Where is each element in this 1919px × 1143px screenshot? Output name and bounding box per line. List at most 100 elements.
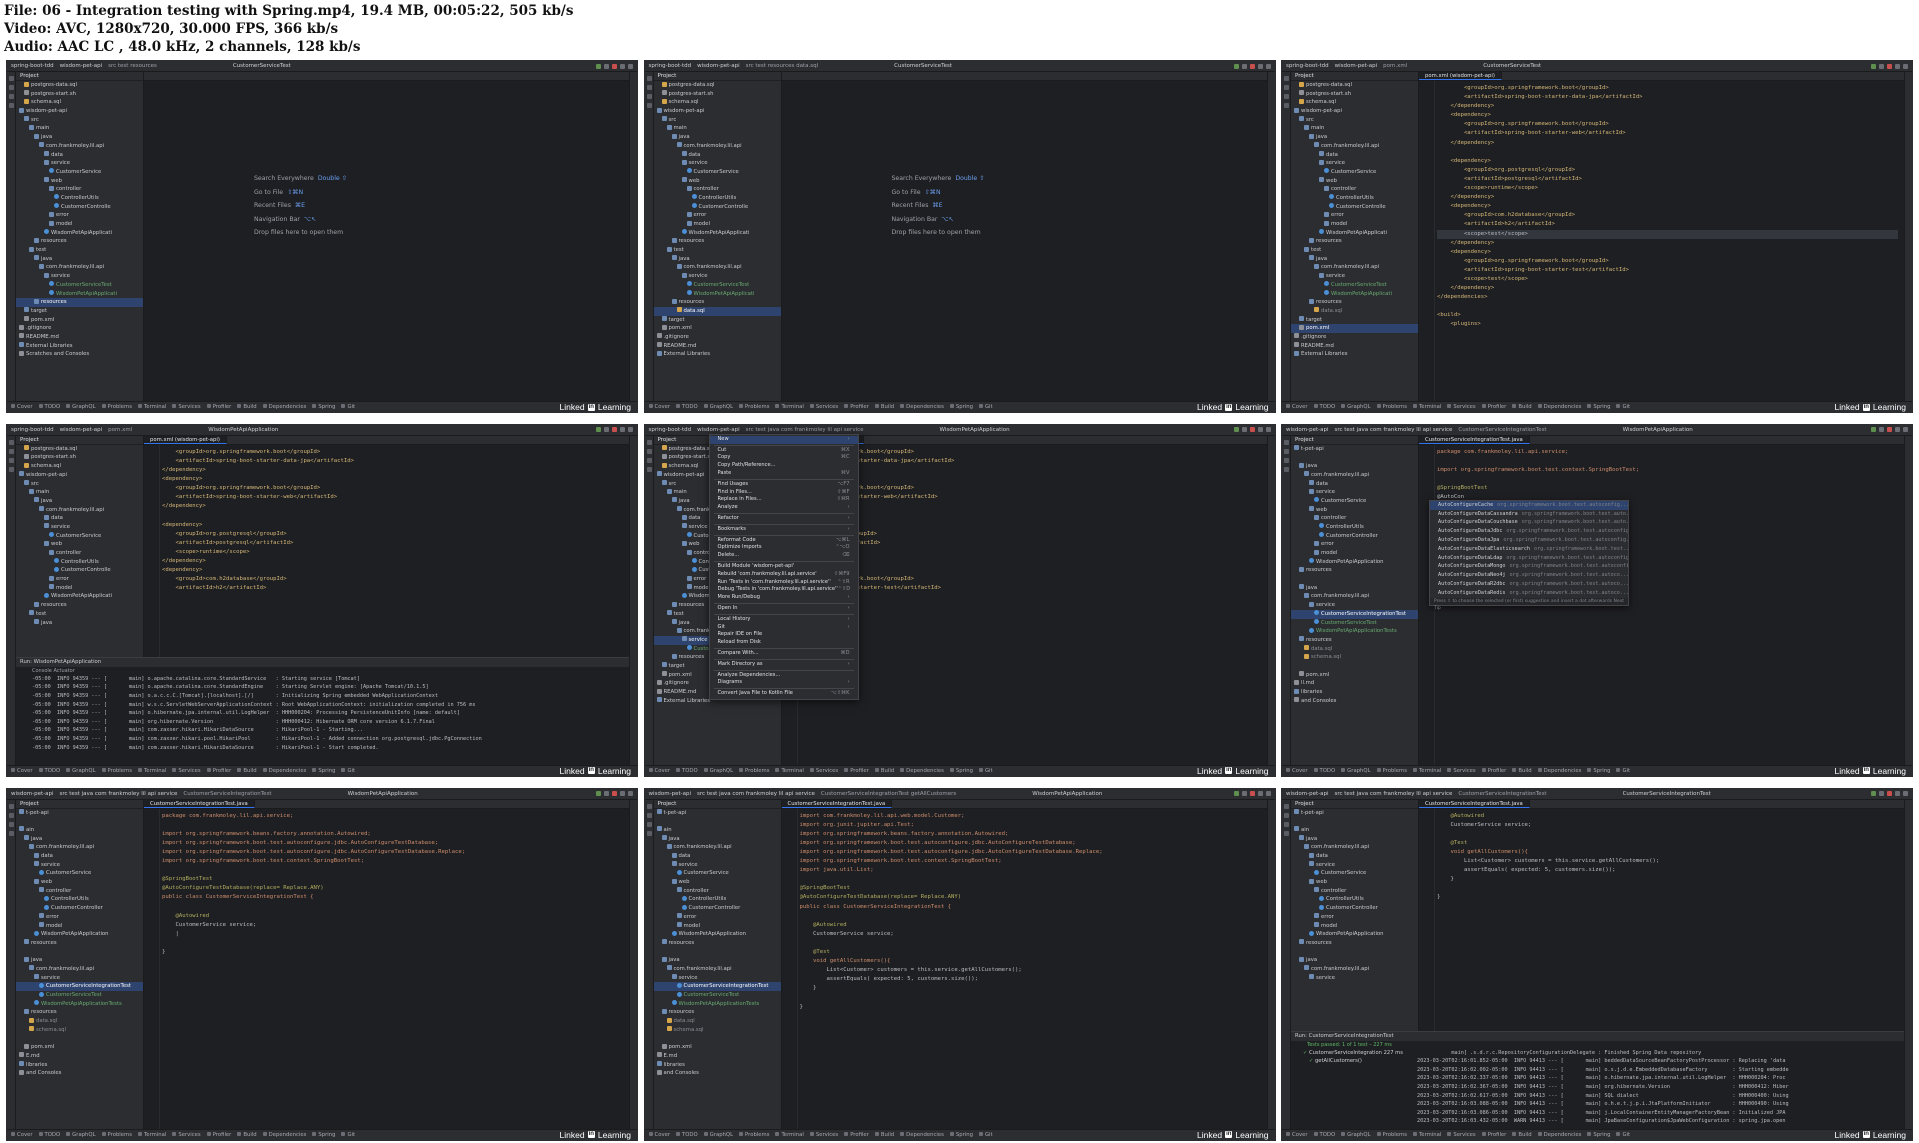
tree-item[interactable]: WisdomPetApiApplicati	[1291, 229, 1418, 238]
tree-item[interactable]: error	[16, 913, 143, 922]
project-name[interactable]: spring-boot-tdd	[649, 427, 692, 433]
tree-item[interactable]: wisdom-pet-api	[16, 471, 143, 480]
tree-item[interactable]: CustomerController	[654, 904, 781, 913]
tree-item[interactable]: data.sql	[654, 1017, 781, 1026]
settings-icon[interactable]	[628, 791, 633, 797]
debug-icon[interactable]	[604, 791, 609, 797]
tree-item[interactable]: schema.sql	[654, 98, 781, 107]
bottom-tool-button[interactable]: Git	[979, 768, 993, 774]
tree-item[interactable]: CustomerControlle	[16, 203, 143, 212]
bottom-tool-button[interactable]: GraphQL	[66, 1132, 95, 1138]
bottom-tool-button[interactable]: Dependencies	[263, 1132, 307, 1138]
project-name[interactable]: wisdom-pet-api	[1286, 427, 1329, 433]
tool-window-icon[interactable]	[9, 85, 14, 90]
tree-item[interactable]: test	[16, 610, 143, 619]
bottom-tool-button[interactable]: Build	[237, 404, 256, 410]
completion-item[interactable]: AutoConfigureDataR2dbc org.springframewor…	[1430, 580, 1628, 589]
menu-item[interactable]: Refactor ›	[710, 515, 858, 523]
tree-item[interactable]: wisdom-pet-api	[654, 107, 781, 116]
tree-item[interactable]: main	[654, 124, 781, 133]
tree-item[interactable]: web	[654, 177, 781, 186]
bottom-tool-button[interactable]: Profiler	[844, 404, 869, 410]
menu-item[interactable]: Optimize Imports ⌃⌥O	[710, 544, 858, 552]
tool-window-icon[interactable]	[646, 830, 652, 836]
tree-item[interactable]: service	[16, 272, 143, 281]
tree-item[interactable]: test	[654, 246, 781, 255]
tree-item[interactable]: java	[1291, 584, 1418, 593]
menu-item[interactable]: Copy ⌘C	[710, 454, 858, 462]
tree-item[interactable]: resources	[654, 939, 781, 948]
tool-window-icon[interactable]	[646, 448, 652, 454]
bottom-tool-button[interactable]: Cover	[11, 1132, 33, 1138]
bottom-tool-button[interactable]: Profiler	[844, 1132, 869, 1138]
project-panel-header[interactable]: Project	[1291, 72, 1418, 81]
tree-item[interactable]: com.frankmoley.lil.api	[16, 142, 143, 151]
completion-item[interactable]: AutoConfigureDataJdbc org.springframework…	[1430, 527, 1628, 536]
stop-icon[interactable]	[1249, 63, 1255, 69]
stop-icon[interactable]	[1887, 791, 1892, 797]
tree-item[interactable]	[16, 1034, 143, 1043]
bottom-tool-button[interactable]: Cover	[1286, 1132, 1308, 1138]
tool-window-icon[interactable]	[1284, 821, 1289, 827]
bottom-tool-button[interactable]: TODO	[39, 768, 61, 774]
tree-item[interactable]: service	[1291, 272, 1418, 281]
bottom-tool-button[interactable]: Services	[1447, 768, 1475, 774]
tree-item[interactable]: service	[1291, 159, 1418, 168]
run-icon[interactable]	[1233, 63, 1239, 69]
search-icon[interactable]	[1257, 63, 1263, 69]
tree-item[interactable]: web	[16, 878, 143, 887]
search-icon[interactable]	[620, 791, 625, 797]
bottom-tool-button[interactable]: Dependencies	[900, 1132, 944, 1138]
run-icon[interactable]	[596, 791, 601, 797]
bottom-tool-button[interactable]: Cover	[11, 768, 33, 774]
tree-item[interactable]: model	[16, 922, 143, 931]
bottom-tool-button[interactable]: Cover	[11, 404, 33, 410]
tree-item[interactable]: ll.md	[1291, 679, 1418, 688]
bottom-tool-button[interactable]: Cover	[649, 768, 671, 774]
bottom-tool-button[interactable]: GraphQL	[1341, 404, 1370, 410]
tool-window-icon[interactable]	[9, 448, 14, 454]
bottom-tool-button[interactable]: Terminal	[138, 1132, 166, 1138]
bottom-tool-button[interactable]: Git	[979, 404, 993, 410]
tree-item[interactable]: resources	[16, 298, 143, 307]
completion-item[interactable]: AutoConfigureDataElasticsearch org.spring…	[1430, 545, 1628, 554]
bottom-tool-button[interactable]: Spring	[312, 1132, 335, 1138]
tree-item[interactable]: com.frankmoley.lil.api	[654, 263, 781, 272]
tree-item[interactable]: data	[654, 852, 781, 861]
bottom-tool-button[interactable]: Problems	[739, 768, 769, 774]
tree-item[interactable]: schema.sql	[16, 462, 143, 471]
tree-item[interactable]: com.frankmoley.lil.api	[1291, 843, 1418, 852]
bottom-tool-button[interactable]: Git	[341, 768, 355, 774]
tree-item[interactable]: resources	[654, 1008, 781, 1017]
tree-item[interactable]: CustomerControlle	[1291, 203, 1418, 212]
tree-item[interactable]: CustomerService	[16, 869, 143, 878]
project-name[interactable]: spring-boot-tdd	[649, 63, 692, 69]
bottom-tool-button[interactable]: Profiler	[207, 768, 232, 774]
tool-window-icon[interactable]	[1284, 457, 1289, 463]
bottom-tool-button[interactable]: Terminal	[775, 768, 803, 774]
tree-item[interactable]: web	[1291, 177, 1418, 186]
project-name[interactable]: spring-boot-tdd	[1286, 63, 1329, 69]
tree-item[interactable]: web	[654, 878, 781, 887]
tree-item[interactable]: t-pet-api	[1291, 445, 1418, 454]
tool-window-icon[interactable]	[646, 821, 652, 827]
stop-icon[interactable]	[1249, 427, 1255, 433]
settings-icon[interactable]	[1265, 791, 1271, 797]
bottom-tool-button[interactable]: Git	[341, 1132, 355, 1138]
tree-item[interactable]: postgres-data.sql	[16, 81, 143, 90]
tree-item[interactable]: com.frankmoley.lil.api	[16, 506, 143, 515]
bottom-tool-button[interactable]: Spring	[1587, 768, 1610, 774]
project-panel-header[interactable]: Project	[1291, 436, 1418, 445]
tree-item[interactable]: service	[1291, 601, 1418, 610]
tree-item[interactable]: E.md	[16, 1052, 143, 1061]
run-configuration-select[interactable]: WisdomPetApiApplication	[208, 427, 278, 433]
bottom-tool-button[interactable]: Services	[810, 404, 838, 410]
tree-item[interactable]: test	[16, 246, 143, 255]
tree-item[interactable]: com.frankmoley.lil.api	[654, 843, 781, 852]
bottom-tool-button[interactable]: Profiler	[207, 1132, 232, 1138]
tree-item[interactable]: resources	[16, 237, 143, 246]
bottom-tool-button[interactable]: Problems	[102, 768, 132, 774]
tree-item[interactable]: External Libraries	[654, 350, 781, 359]
tree-item[interactable]: controller	[1291, 514, 1418, 523]
settings-icon[interactable]	[1265, 63, 1271, 69]
